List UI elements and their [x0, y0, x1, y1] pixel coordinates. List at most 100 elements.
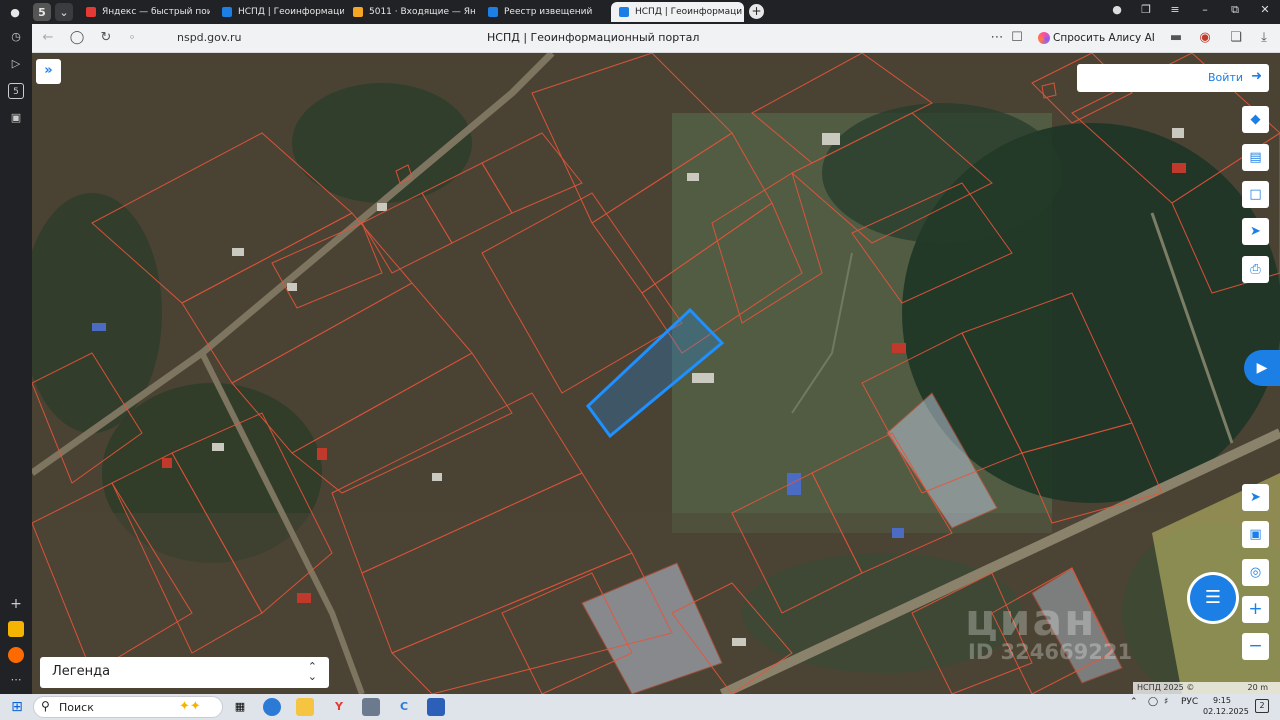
site-info-icon[interactable]: ◦ — [124, 30, 140, 46]
mail-favicon-icon — [353, 7, 363, 17]
chat-button[interactable]: ☰ — [1190, 575, 1236, 621]
c-app-icon[interactable]: C — [395, 698, 413, 716]
map-scale: 20 m — [1247, 683, 1268, 692]
tab-label: Реестр извещений — [504, 7, 593, 17]
tab-nspd-1[interactable]: НСПД | Геоинформационный — [214, 2, 344, 22]
network-icon[interactable]: ◯ — [1148, 697, 1158, 707]
tab-registry[interactable]: Реестр извещений — [480, 2, 605, 22]
edge-icon[interactable] — [263, 698, 281, 716]
minimap-icon: ▣ — [1249, 527, 1262, 542]
browser-tab-strip: ● 5 ⌄ Яндекс — быстрый поиск НСПД | Геои… — [0, 0, 1280, 24]
geolocation-icon: ◎ — [1249, 565, 1262, 580]
browser-sidebar: ◷ ▷ 5 ▣ + ⋯ — [0, 24, 32, 694]
ask-alice-label: Спросить Алису AI — [1053, 32, 1155, 44]
minimize-icon[interactable]: – — [1196, 3, 1214, 16]
ruler-icon: ▤ — [1249, 150, 1262, 165]
reload-icon[interactable]: ↻ — [98, 30, 114, 46]
bookmark-icon[interactable]: ☐ — [1009, 30, 1025, 46]
search-label: Поиск — [59, 701, 94, 714]
nspd-favicon-icon — [222, 7, 232, 17]
login-label: Войти — [1208, 71, 1243, 84]
search-icon: ⚲ — [41, 699, 50, 713]
more-icon[interactable]: ⋯ — [8, 672, 24, 688]
tab-label: НСПД | Геоинформаци — [635, 7, 743, 17]
calculator-icon[interactable] — [362, 698, 380, 716]
market-icon[interactable] — [8, 647, 24, 663]
ask-alice-button[interactable]: Спросить Алису AI — [1035, 29, 1161, 48]
new-tab-icon[interactable]: + — [749, 4, 764, 19]
yandex-menu-icon[interactable]: 5 — [33, 3, 51, 21]
account-icon[interactable]: ● — [1108, 3, 1126, 16]
explorer-icon[interactable] — [296, 698, 314, 716]
expand-panel-button[interactable]: » — [36, 59, 61, 84]
login-button[interactable]: Войти ➜ — [1077, 64, 1269, 92]
tray-chevron-icon[interactable]: ⌃ — [1130, 697, 1138, 707]
layers-icon: ◆ — [1250, 112, 1261, 127]
play-icon[interactable]: ▷ — [8, 56, 24, 72]
menu-icon[interactable]: ≡ — [1166, 3, 1184, 16]
sparkle-icon: ✦✦ — [179, 699, 201, 714]
extension-icon[interactable]: ▬ — [1168, 30, 1184, 46]
page-title: НСПД | Геоинформационный портал — [487, 31, 700, 44]
copyright-text: НСПД 2025 © — [1137, 683, 1195, 692]
minimap-button[interactable]: ▣ — [1242, 521, 1269, 548]
profile-icon[interactable]: ● — [6, 3, 24, 21]
url-field[interactable]: nspd.gov.ru — [177, 31, 242, 44]
geolocation-button[interactable]: ◎ — [1242, 559, 1269, 586]
select-area-button[interactable]: □ — [1242, 181, 1269, 208]
more-actions-icon[interactable]: ⋯ — [989, 30, 1005, 46]
share-icon: ➤ — [1250, 224, 1261, 239]
extension-2-icon[interactable]: ◉ — [1197, 30, 1213, 46]
zoom-in-icon: + — [1248, 599, 1263, 619]
ruler-button[interactable]: ▤ — [1242, 144, 1269, 171]
alice-icon — [1038, 32, 1050, 44]
address-bar-row: ← ◯ ↻ ◦ nspd.gov.ru НСПД | Геоинформацио… — [32, 24, 1280, 53]
tab-mail[interactable]: 5011 · Входящие — Яндекс — [345, 2, 475, 22]
language-indicator[interactable]: РУС — [1181, 697, 1198, 707]
tab-label: Яндекс — быстрый поиск — [102, 7, 210, 17]
restore-icon[interactable]: ⧉ — [1226, 3, 1244, 17]
tabs-dropdown-icon[interactable]: ⌄ — [55, 3, 73, 21]
layers-button[interactable]: ◆ — [1242, 106, 1269, 133]
tab-label: 5011 · Входящие — Яндекс — [369, 7, 475, 17]
tab-yandex[interactable]: Яндекс — быстрый поиск — [78, 2, 210, 22]
zoom-in-button[interactable]: + — [1242, 596, 1269, 623]
close-window-icon[interactable]: ✕ — [1256, 3, 1274, 16]
app-widget-icon[interactable] — [8, 621, 24, 637]
assistant-widget[interactable]: ▶ — [1244, 350, 1280, 386]
back-icon[interactable]: ← — [40, 30, 56, 46]
protect-icon[interactable]: ◯ — [69, 30, 85, 46]
legend-label: Легенда — [52, 664, 111, 679]
yandex-browser-icon[interactable]: Y — [330, 698, 348, 716]
volume-icon[interactable]: ♯ — [1164, 697, 1168, 707]
downloads-icon[interactable]: ⤓ — [1256, 30, 1272, 46]
yandex-app-icon[interactable]: 5 — [8, 83, 24, 99]
legend-panel[interactable]: Легенда ⌃ ⌄ — [40, 657, 329, 688]
watermark-id: ID 324669221 — [968, 640, 1133, 664]
tab-label: НСПД | Геоинформационный — [238, 7, 344, 17]
login-icon: ➜ — [1251, 69, 1262, 84]
word-icon[interactable] — [427, 698, 445, 716]
task-view-icon[interactable]: ▦ — [231, 698, 249, 716]
add-panel-icon[interactable]: + — [8, 596, 24, 612]
zoom-out-button[interactable]: − — [1242, 633, 1269, 660]
screenshot-icon[interactable]: ▣ — [8, 110, 24, 126]
taskbar-search[interactable]: ⚲ Поиск ✦✦ — [33, 696, 223, 718]
clock-time[interactable]: 9:15 — [1213, 696, 1231, 705]
nspd-favicon-icon — [619, 7, 629, 17]
locate-icon: ➤ — [1250, 490, 1261, 505]
locate-button[interactable]: ➤ — [1242, 484, 1269, 511]
notifications-badge[interactable]: 2 — [1255, 699, 1269, 713]
registry-favicon-icon — [488, 7, 498, 17]
clock-date[interactable]: 02.12.2025 — [1203, 707, 1249, 716]
collections-icon[interactable]: ❐ — [1137, 3, 1155, 16]
zoom-out-icon: − — [1248, 636, 1263, 656]
tab-nspd-active[interactable]: НСПД | Геоинформаци ✕ — [611, 2, 744, 22]
extensions-icon[interactable]: ❏ — [1228, 30, 1244, 46]
print-button[interactable]: ⎙ — [1242, 256, 1269, 283]
watermark: циан — [965, 595, 1097, 646]
history-icon[interactable]: ◷ — [8, 29, 24, 45]
assistant-icon: ▶ — [1256, 360, 1268, 376]
start-icon[interactable]: ⊞ — [8, 698, 26, 716]
share-button[interactable]: ➤ — [1242, 218, 1269, 245]
